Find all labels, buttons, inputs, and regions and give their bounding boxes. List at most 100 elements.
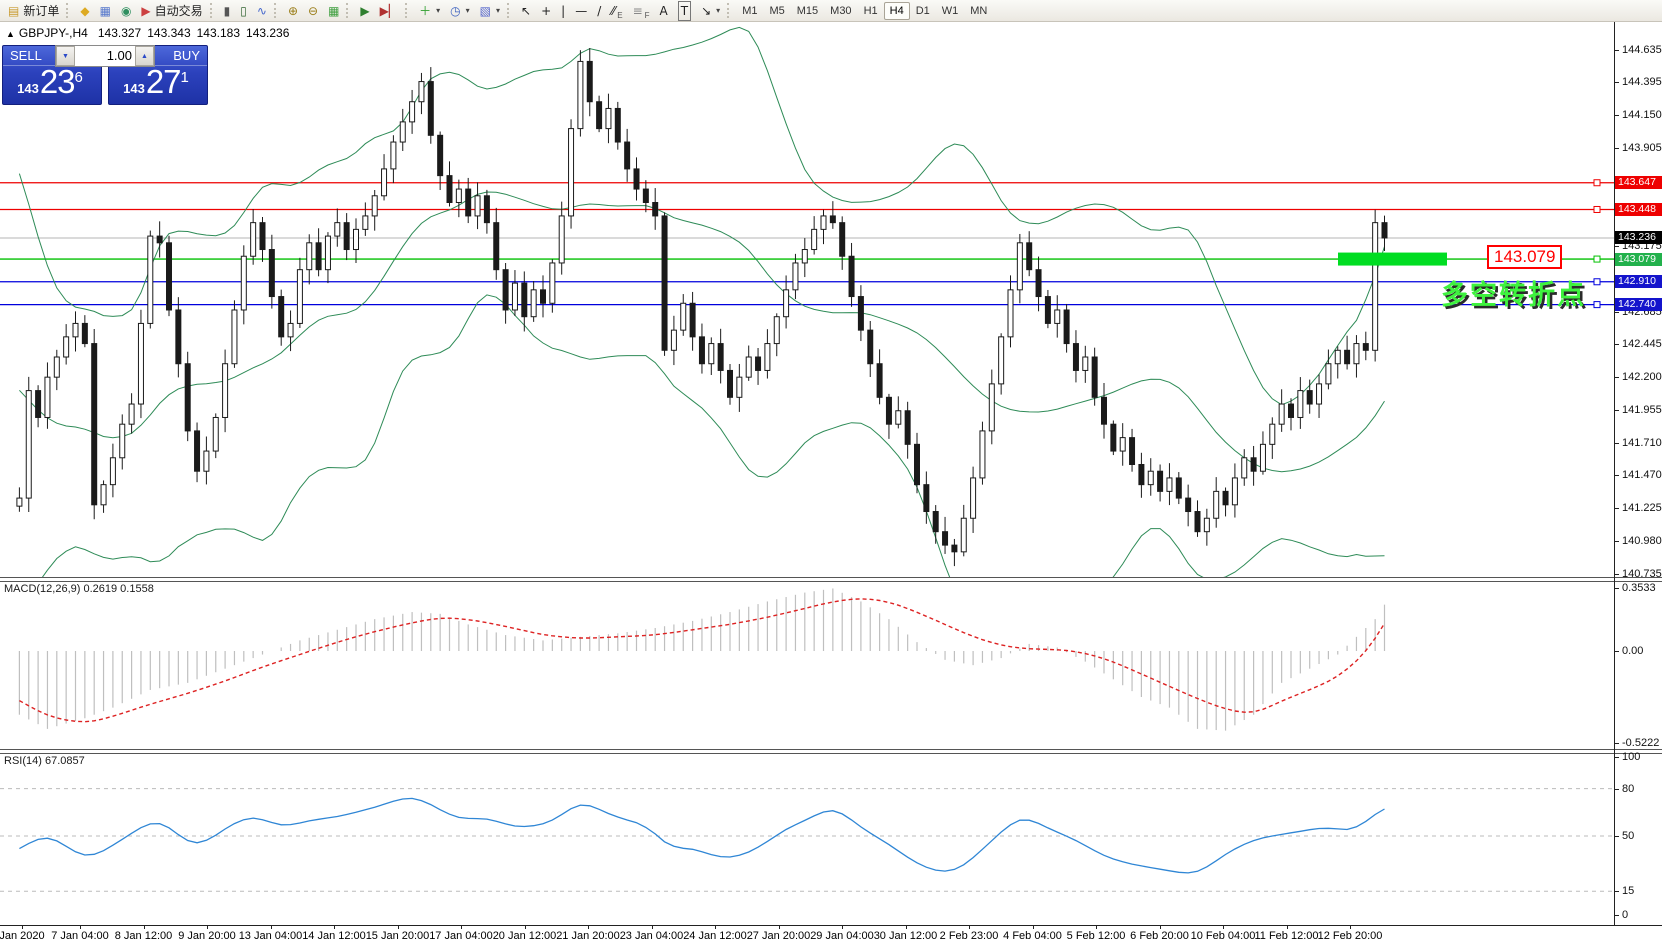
one-click-trading-panel: SELL 143236 BUY 143271 ▼ 1.00 ▲ xyxy=(2,45,208,107)
timeframe-m15[interactable]: M15 xyxy=(791,2,824,20)
fibonacci-tool-button[interactable]: ≡F xyxy=(628,1,655,21)
periods-button[interactable]: ◷▾ xyxy=(445,1,475,21)
time-label: 20 Jan 12:00 xyxy=(493,930,557,942)
price-tick xyxy=(1614,312,1619,313)
vertical-line-tool-icon: | xyxy=(561,2,565,20)
horizontal-line-tool-button[interactable]: — xyxy=(570,1,592,21)
navigator-button[interactable]: ◉ xyxy=(116,1,136,21)
vertical-line-tool-button[interactable]: | xyxy=(556,1,570,21)
rsi-tick xyxy=(1614,891,1619,892)
line-handle[interactable] xyxy=(1594,256,1600,262)
chart-line-icon: ∿ xyxy=(257,2,267,20)
price-tick-label: 141.710 xyxy=(1622,437,1662,449)
timeframe-h1[interactable]: H1 xyxy=(858,2,884,20)
time-label: 2 Feb 23:00 xyxy=(940,930,999,942)
time-label: 7 Jan 04:00 xyxy=(51,930,109,942)
volume-increase-button[interactable]: ▲ xyxy=(135,46,154,66)
horizontal-line-tool-icon: — xyxy=(575,2,587,20)
rsi-tick-label: 50 xyxy=(1622,830,1634,842)
price-level-chip: 143.079 xyxy=(1615,253,1662,266)
timeframe-w1[interactable]: W1 xyxy=(936,2,965,20)
zoom-out-button[interactable]: ⊖ xyxy=(303,1,323,21)
timeframe-m1[interactable]: M1 xyxy=(736,2,763,20)
price-tick-label: 142.445 xyxy=(1622,338,1662,350)
text-label-tool-button[interactable]: T xyxy=(673,1,696,21)
line-handle[interactable] xyxy=(1594,180,1600,186)
cursor-button[interactable]: ↖ xyxy=(516,1,536,21)
price-tick-label: 140.980 xyxy=(1622,535,1662,547)
price-tick xyxy=(1614,377,1619,378)
indicators-list-button[interactable]: ＋▾ xyxy=(414,1,445,21)
buy-price: 143271 xyxy=(109,63,203,101)
time-label: 5 Feb 12:00 xyxy=(1067,930,1126,942)
price-tick xyxy=(1614,115,1619,116)
metaeditor-button[interactable]: ◆ xyxy=(75,1,94,21)
price-tick xyxy=(1614,82,1619,83)
templates-button[interactable]: ▧▾ xyxy=(475,1,505,21)
line-handle[interactable] xyxy=(1594,302,1600,308)
trendline-tool-icon: / xyxy=(597,2,601,20)
tile-windows-icon: ▦ xyxy=(328,2,339,20)
templates-icon: ▧ xyxy=(480,2,491,20)
macd-tick-label: -0.5222 xyxy=(1622,737,1659,749)
tile-windows-button[interactable]: ▦ xyxy=(323,1,344,21)
timeframe-h4[interactable]: H4 xyxy=(884,2,910,20)
new-order-button[interactable]: ▤新订单 xyxy=(3,1,64,21)
price-tick xyxy=(1614,50,1619,51)
line-handle[interactable] xyxy=(1594,279,1600,285)
market-watch-button[interactable]: ▦ xyxy=(95,1,116,21)
volume-input[interactable]: 1.00 xyxy=(75,46,135,66)
highlight-rectangle[interactable] xyxy=(1338,253,1447,266)
price-level-chip: 142.910 xyxy=(1615,275,1662,288)
price-tick-label: 141.225 xyxy=(1622,502,1662,514)
macd-tick-label: 0.00 xyxy=(1622,645,1643,657)
time-label: 4 Feb 04:00 xyxy=(1003,930,1062,942)
time-tick xyxy=(271,925,272,929)
time-tick xyxy=(1096,925,1097,929)
market-watch-icon: ▦ xyxy=(100,2,111,20)
zoom-in-button[interactable]: ⊕ xyxy=(283,1,303,21)
text-tool-button[interactable]: A xyxy=(655,1,673,21)
crosshair-button[interactable]: + xyxy=(536,1,556,21)
periods-icon: ◷ xyxy=(450,2,460,20)
price-tick-label: 142.200 xyxy=(1622,371,1662,383)
time-tick xyxy=(715,925,716,929)
price-tick-label: 141.955 xyxy=(1622,404,1662,416)
rsi-tick-label: 0 xyxy=(1622,909,1628,921)
time-label: 6 Feb 20:00 xyxy=(1130,930,1189,942)
annotation-text[interactable]: 多空转折点 xyxy=(1441,273,1586,312)
price-tick xyxy=(1614,443,1619,444)
volume-decrease-button[interactable]: ▼ xyxy=(56,46,75,66)
price-tick xyxy=(1614,508,1619,509)
equidistant-channel-tool-button[interactable]: ⁄⁄E xyxy=(606,1,627,21)
price-tick xyxy=(1614,541,1619,542)
time-tick xyxy=(1287,925,1288,929)
price-tick-label: 140.735 xyxy=(1622,568,1662,580)
timeframe-m5[interactable]: M5 xyxy=(763,2,790,20)
time-label: 10 Feb 04:00 xyxy=(1191,930,1256,942)
chart-line-button[interactable]: ∿ xyxy=(252,1,272,21)
chart-candles-button[interactable]: ▯ xyxy=(235,1,252,21)
chart-bars-button[interactable]: ▮ xyxy=(219,1,236,21)
price-tick xyxy=(1614,574,1619,575)
time-tick xyxy=(334,925,335,929)
candles xyxy=(17,48,1387,566)
timeframe-mn[interactable]: MN xyxy=(964,2,993,20)
trendline-tool-button[interactable]: / xyxy=(592,1,606,21)
auto-scroll-button[interactable]: ▶ xyxy=(355,1,374,21)
chart-shift-button[interactable]: ▶▏ xyxy=(375,1,403,21)
timeframe-d1[interactable]: D1 xyxy=(910,2,936,20)
cursor-icon: ↖ xyxy=(521,2,531,20)
autotrading-button[interactable]: ▶自动交易 xyxy=(136,1,207,21)
arrows-tool-button[interactable]: ↘▾ xyxy=(696,1,725,21)
rsi-tick xyxy=(1614,915,1619,916)
line-handle[interactable] xyxy=(1594,206,1600,212)
macd-signal-line xyxy=(19,599,1384,722)
timeframe-m30[interactable]: M30 xyxy=(824,2,857,20)
autotrading-icon: ▶ xyxy=(141,2,150,20)
price-callout-label[interactable]: 143.079 xyxy=(1487,245,1562,269)
time-tick xyxy=(842,925,843,929)
rsi-tick-label: 15 xyxy=(1622,885,1634,897)
dropdown-caret-icon: ▾ xyxy=(496,6,500,15)
time-label: 27 Jan 20:00 xyxy=(747,930,811,942)
